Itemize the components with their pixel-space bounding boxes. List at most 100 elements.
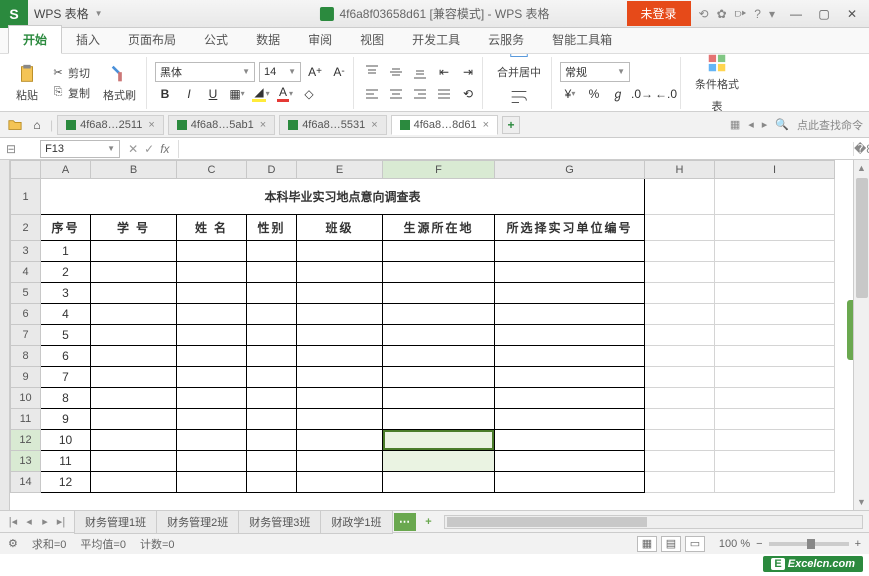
home-icon[interactable]: ⌂ bbox=[28, 116, 46, 134]
cell[interactable]: 5 bbox=[41, 325, 91, 346]
cell[interactable] bbox=[91, 346, 177, 367]
cell[interactable] bbox=[383, 325, 495, 346]
cell[interactable] bbox=[297, 283, 383, 304]
active-cell[interactable] bbox=[383, 430, 495, 451]
cell[interactable] bbox=[383, 367, 495, 388]
row-header[interactable]: 13 bbox=[11, 451, 41, 472]
file-tab-2[interactable]: 4f6a8…5531× bbox=[279, 115, 386, 135]
align-top-button[interactable] bbox=[362, 62, 382, 82]
cell[interactable] bbox=[715, 388, 835, 409]
app-menu-dropdown[interactable]: ▼ bbox=[95, 9, 103, 18]
cell[interactable] bbox=[495, 262, 645, 283]
font-size-select[interactable]: 14▼ bbox=[259, 62, 301, 82]
cell[interactable] bbox=[383, 451, 495, 472]
tab-home[interactable]: 开始 bbox=[8, 25, 62, 54]
cell[interactable] bbox=[91, 388, 177, 409]
orientation-button[interactable]: ⟲ bbox=[458, 84, 478, 104]
header-cell[interactable]: 姓 名 bbox=[177, 215, 247, 241]
paste-button[interactable]: 粘贴 bbox=[10, 61, 44, 105]
cell[interactable] bbox=[645, 262, 715, 283]
sheet-nav-prev[interactable]: ◂ bbox=[22, 515, 36, 528]
row-header[interactable]: 14 bbox=[11, 472, 41, 493]
confirm-icon[interactable]: ✓ bbox=[144, 142, 154, 156]
cell[interactable]: 4 bbox=[41, 304, 91, 325]
cell[interactable] bbox=[383, 304, 495, 325]
title-cell[interactable]: 本科毕业实习地点意向调查表 bbox=[41, 179, 645, 215]
cell[interactable] bbox=[383, 388, 495, 409]
open-file-icon[interactable] bbox=[6, 116, 24, 134]
file-tab-3[interactable]: 4f6a8…8d61× bbox=[391, 115, 498, 135]
align-center-button[interactable] bbox=[386, 84, 406, 104]
cell[interactable] bbox=[177, 283, 247, 304]
cell[interactable] bbox=[91, 430, 177, 451]
cell[interactable]: 3 bbox=[41, 283, 91, 304]
cell[interactable]: 7 bbox=[41, 367, 91, 388]
spreadsheet-grid[interactable]: A B C D E F G H I 1 本科毕业实习地点意向调查表 2 序号 学… bbox=[0, 160, 869, 510]
italic-button[interactable]: I bbox=[179, 84, 199, 104]
font-color-button[interactable]: A▾ bbox=[275, 84, 295, 104]
cut-button[interactable]: ✂剪切 bbox=[48, 64, 93, 82]
cell[interactable] bbox=[645, 451, 715, 472]
align-middle-button[interactable] bbox=[386, 62, 406, 82]
view-pagelayout-button[interactable]: ▤ bbox=[661, 536, 681, 552]
cell[interactable] bbox=[645, 215, 715, 241]
header-cell[interactable]: 序号 bbox=[41, 215, 91, 241]
col-header-I[interactable]: I bbox=[715, 161, 835, 179]
row-header[interactable]: 11 bbox=[11, 409, 41, 430]
cell[interactable] bbox=[495, 430, 645, 451]
cell[interactable] bbox=[645, 283, 715, 304]
increase-font-button[interactable]: A+ bbox=[305, 62, 325, 82]
row-header-1[interactable]: 1 bbox=[11, 179, 41, 215]
header-cell[interactable]: 生源所在地 bbox=[383, 215, 495, 241]
tab-view[interactable]: 视图 bbox=[346, 26, 398, 53]
percent-button[interactable]: % bbox=[584, 84, 604, 104]
row-header-2[interactable]: 2 bbox=[11, 215, 41, 241]
cell[interactable] bbox=[645, 304, 715, 325]
cell[interactable] bbox=[383, 241, 495, 262]
cell[interactable] bbox=[645, 472, 715, 493]
cell[interactable]: 1 bbox=[41, 241, 91, 262]
format-painter-button[interactable]: 格式刷 bbox=[97, 61, 142, 105]
close-icon[interactable]: × bbox=[260, 119, 266, 131]
close-icon[interactable]: × bbox=[148, 119, 154, 131]
border-button[interactable]: ▦▾ bbox=[227, 84, 247, 104]
login-badge[interactable]: 未登录 bbox=[627, 1, 691, 26]
add-sheet-button[interactable]: + bbox=[420, 516, 438, 528]
cell[interactable] bbox=[715, 451, 835, 472]
sheet-tab-0[interactable]: 财务管理1班 bbox=[74, 510, 157, 534]
search-placeholder[interactable]: 点此查找命令 bbox=[797, 117, 863, 133]
cell[interactable] bbox=[297, 388, 383, 409]
justify-button[interactable] bbox=[434, 84, 454, 104]
merge-center-button[interactable]: 合并居中 bbox=[491, 54, 547, 82]
col-header-D[interactable]: D bbox=[247, 161, 297, 179]
horizontal-scrollbar[interactable] bbox=[444, 515, 864, 529]
cell[interactable] bbox=[247, 304, 297, 325]
cell[interactable] bbox=[715, 304, 835, 325]
cell[interactable] bbox=[177, 262, 247, 283]
cell[interactable] bbox=[177, 241, 247, 262]
cell[interactable] bbox=[177, 346, 247, 367]
cell[interactable] bbox=[247, 346, 297, 367]
scroll-down-icon[interactable]: ▼ bbox=[854, 494, 869, 510]
cell[interactable]: 6 bbox=[41, 346, 91, 367]
tab-review[interactable]: 审阅 bbox=[294, 26, 346, 53]
zoom-slider[interactable] bbox=[769, 542, 849, 546]
cell[interactable] bbox=[297, 241, 383, 262]
file-tab-1[interactable]: 4f6a8…5ab1× bbox=[168, 115, 275, 135]
row-header[interactable]: 12 bbox=[11, 430, 41, 451]
col-header-H[interactable]: H bbox=[645, 161, 715, 179]
cell[interactable] bbox=[247, 325, 297, 346]
cell[interactable] bbox=[383, 409, 495, 430]
cell[interactable] bbox=[91, 472, 177, 493]
cell[interactable] bbox=[91, 304, 177, 325]
cell[interactable] bbox=[177, 304, 247, 325]
new-tab-button[interactable]: + bbox=[502, 116, 520, 134]
cell[interactable] bbox=[645, 409, 715, 430]
cell[interactable] bbox=[383, 346, 495, 367]
cell[interactable] bbox=[495, 409, 645, 430]
cell[interactable] bbox=[495, 451, 645, 472]
col-header-E[interactable]: E bbox=[297, 161, 383, 179]
cell[interactable] bbox=[177, 430, 247, 451]
increase-decimal-button[interactable]: .0→ bbox=[632, 84, 652, 104]
col-header-G[interactable]: G bbox=[495, 161, 645, 179]
